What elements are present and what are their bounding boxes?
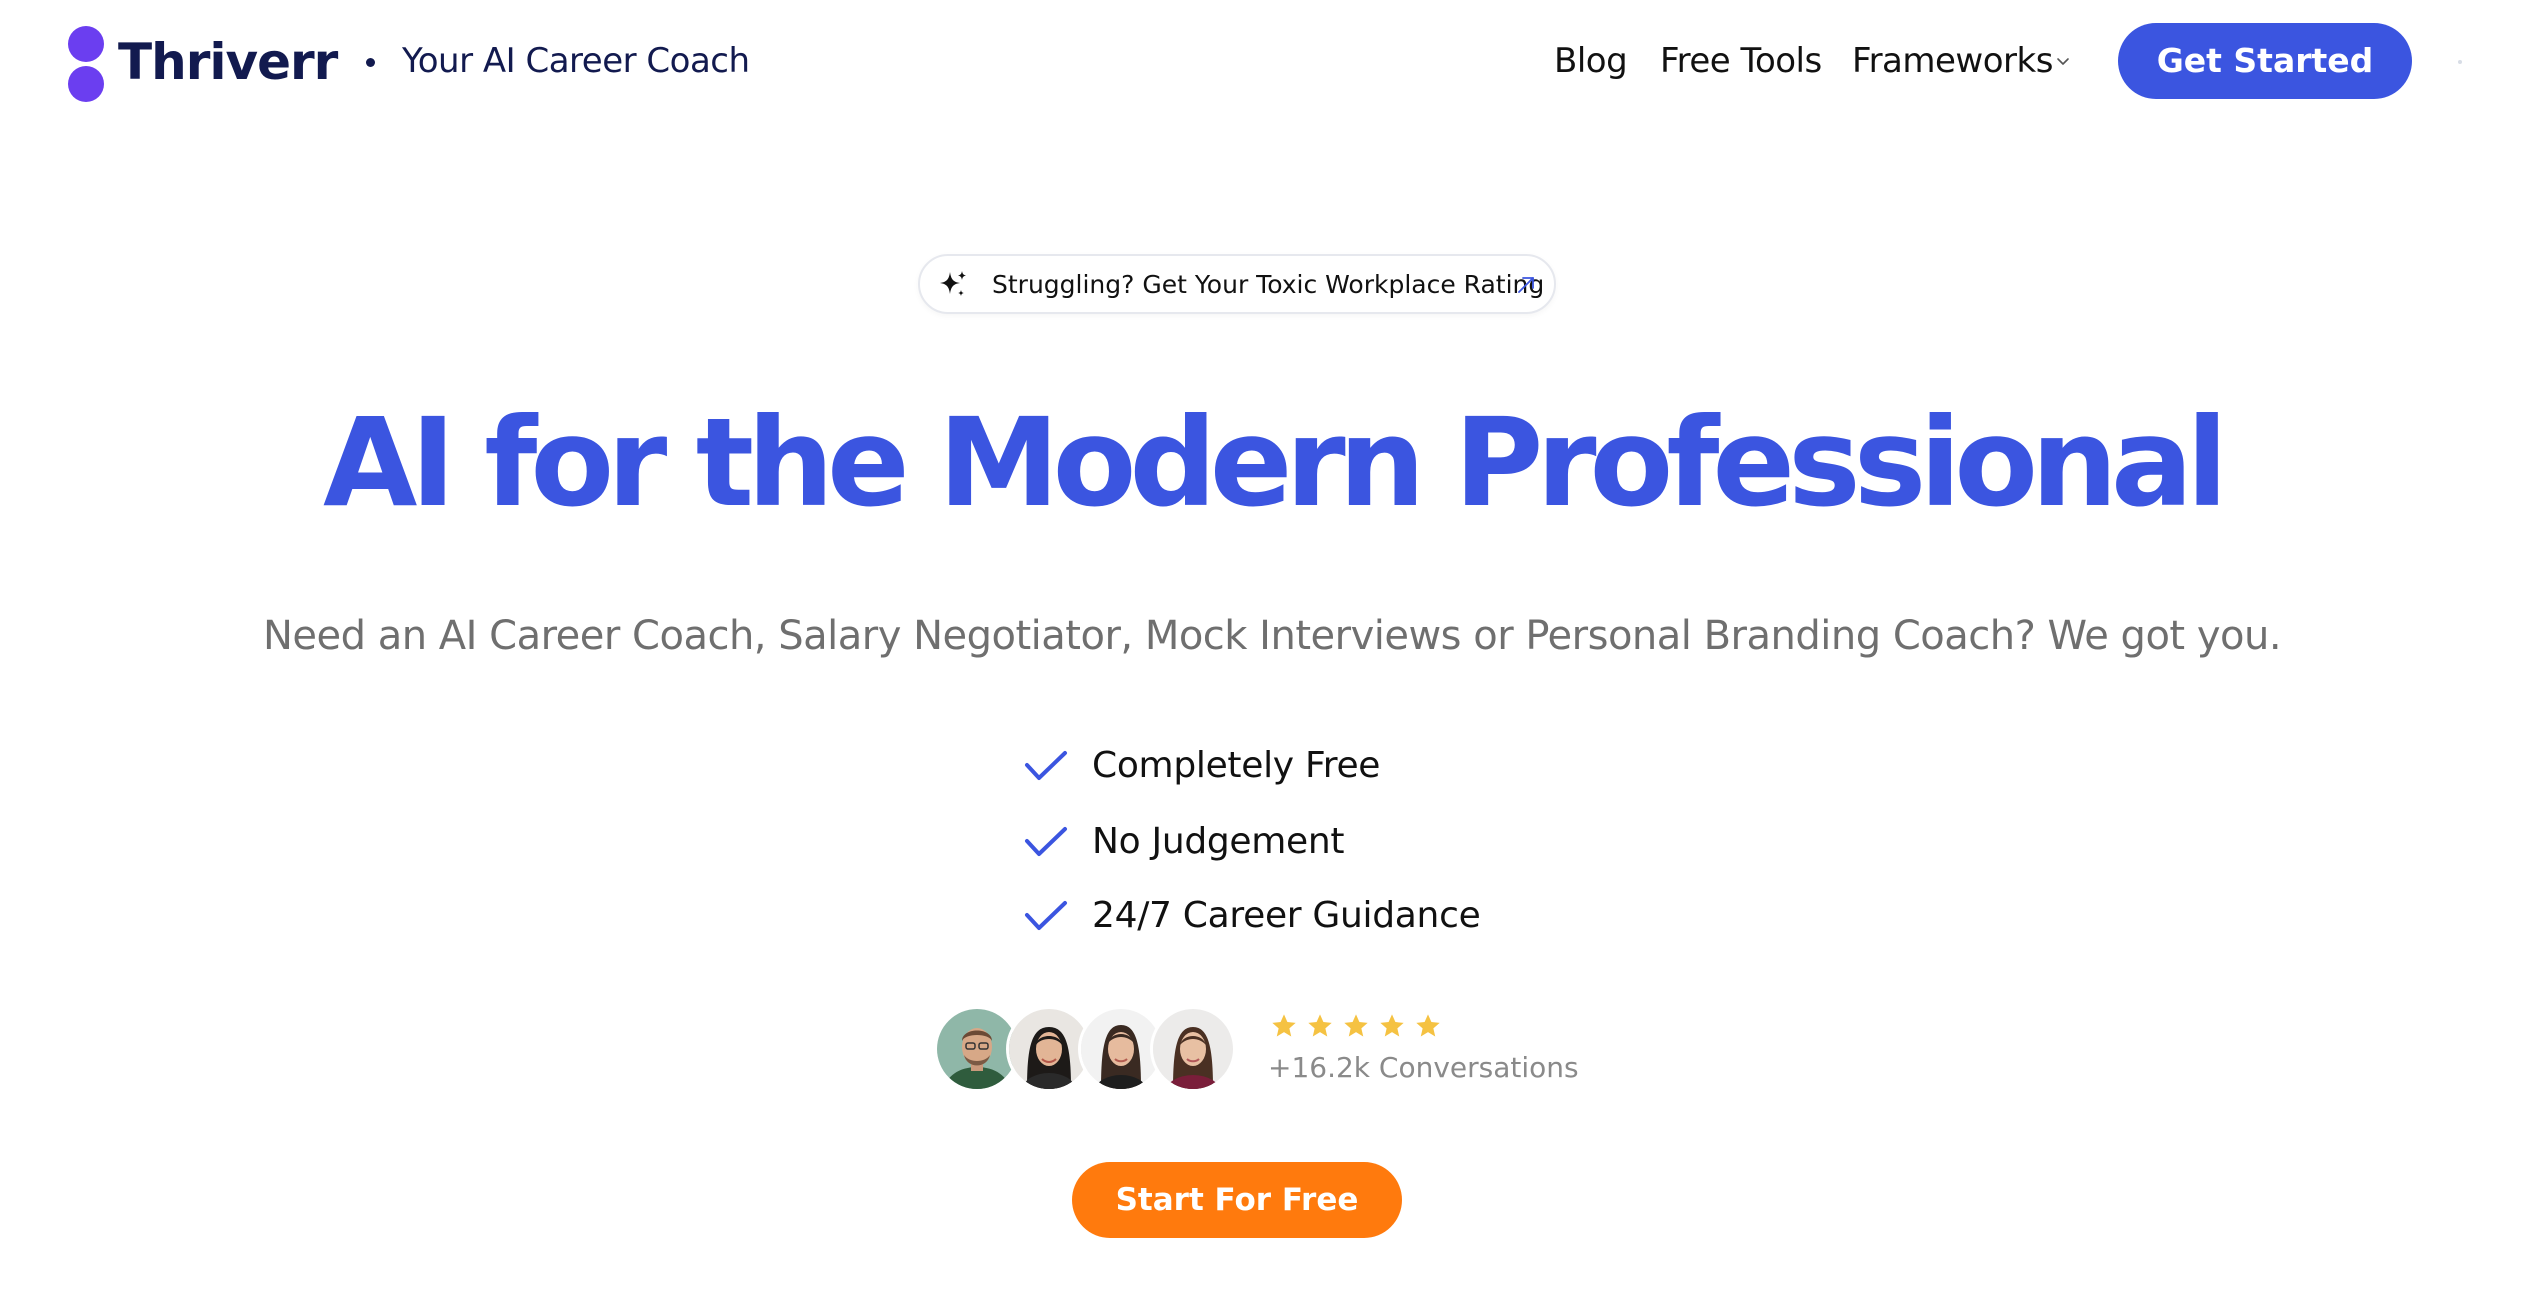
star-icon bbox=[1416, 1014, 1440, 1037]
decorative-dot bbox=[2458, 60, 2462, 64]
hero-subtitle: Need an AI Career Coach, Salary Negotiat… bbox=[262, 613, 2282, 659]
star-icon bbox=[1308, 1014, 1332, 1037]
nav-link-blog[interactable]: Blog bbox=[1554, 38, 1628, 84]
star-icon bbox=[1344, 1014, 1368, 1037]
logo-icon[interactable] bbox=[68, 26, 106, 102]
separator-dot bbox=[366, 58, 375, 67]
sparkle-icon bbox=[940, 271, 966, 296]
logo-dot-top bbox=[68, 26, 104, 62]
arrow-up-right-icon bbox=[1518, 277, 1534, 293]
nav-link-free-tools[interactable]: Free Tools bbox=[1660, 38, 1822, 84]
checkmark-icon bbox=[1025, 751, 1067, 780]
feature-label: Completely Free bbox=[1092, 745, 1381, 786]
brand-name[interactable]: Thriverr bbox=[118, 32, 338, 92]
chevron-down-icon[interactable] bbox=[2054, 52, 2072, 70]
hero-title: AI for the Modern Professional bbox=[322, 392, 2228, 534]
user-avatars bbox=[934, 1006, 1236, 1096]
logo-dot-bottom bbox=[68, 66, 104, 102]
brand-tagline: Your AI Career Coach bbox=[402, 41, 750, 81]
site-header: Thriverr Your AI Career Coach Blog Free … bbox=[0, 0, 2544, 126]
toxic-workplace-promo-pill[interactable]: Struggling? Get Your Toxic Workplace Rat… bbox=[918, 254, 1556, 314]
get-started-button[interactable]: Get Started bbox=[2118, 23, 2412, 99]
checkmark-icon bbox=[1025, 901, 1067, 930]
promo-text: Struggling? Get Your Toxic Workplace Rat… bbox=[992, 270, 1545, 299]
landing-page: Thriverr Your AI Career Coach Blog Free … bbox=[0, 0, 2544, 1296]
feature-label: No Judgement bbox=[1092, 821, 1345, 862]
avatar bbox=[1150, 1006, 1236, 1092]
feature-label: 24/7 Career Guidance bbox=[1092, 895, 1481, 936]
star-icon bbox=[1272, 1014, 1296, 1037]
conversations-count: +16.2k Conversations bbox=[1268, 1051, 1579, 1084]
rating-stars bbox=[1270, 1012, 1450, 1044]
start-for-free-button[interactable]: Start For Free bbox=[1072, 1162, 1402, 1238]
nav-link-frameworks[interactable]: Frameworks bbox=[1852, 38, 2053, 84]
star-icon bbox=[1380, 1014, 1404, 1037]
checkmark-icon bbox=[1025, 827, 1067, 856]
